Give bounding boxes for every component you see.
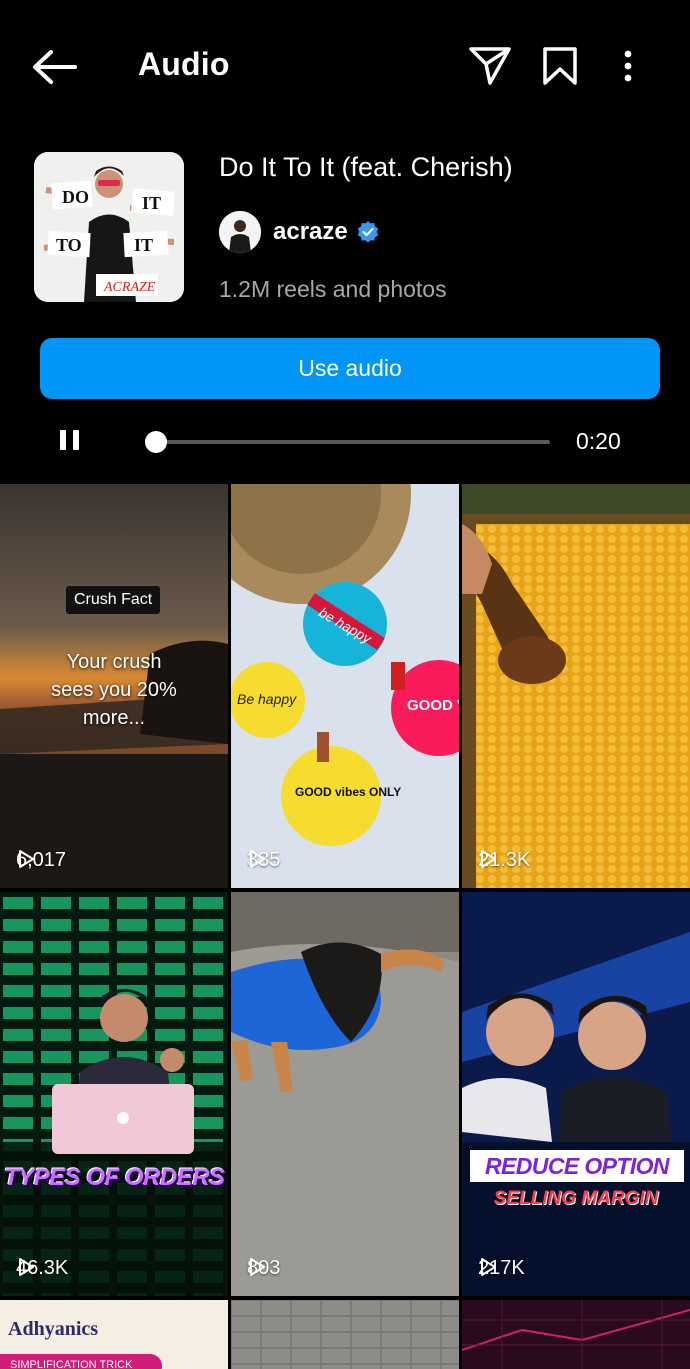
bookmark-icon: [543, 47, 577, 85]
song-title: Do It To It (feat. Cherish): [219, 152, 513, 182]
cover-logo: ACRAZE: [103, 280, 156, 295]
reel-tile[interactable]: [462, 1300, 690, 1369]
avatar-image: [219, 211, 261, 253]
page-title: Audio: [138, 46, 230, 82]
reel-tile[interactable]: [231, 1300, 459, 1369]
play-icon: [19, 1258, 34, 1276]
reel-tag: SIMPLIFICATION TRICK: [0, 1354, 162, 1369]
channel-logo: Adhyanics: [8, 1318, 99, 1340]
keychain-text: GOOD vibes ONLY: [295, 785, 401, 799]
send-icon: [469, 47, 511, 85]
reel-tile[interactable]: be happy Be happy GOOD vibes ONLY GOOD V…: [231, 484, 459, 888]
reel-thumbnail: [462, 892, 690, 1296]
top-bar: Audio: [0, 0, 690, 132]
reel-thumbnail: [0, 892, 228, 1296]
reel-overlay-subtitle: SELLING MARGIN: [493, 1188, 659, 1209]
reel-tile[interactable]: 21.3K: [462, 484, 690, 888]
reel-thumbnail: [462, 484, 690, 888]
crush-fact-badge: Crush Fact: [66, 586, 161, 614]
pause-icon-bar-left: [59, 430, 66, 450]
keychain-text: GOOD VIB: [407, 697, 459, 714]
view-count: 335: [247, 849, 280, 872]
cover-letter-it-2: IT: [134, 235, 153, 255]
more-options-button[interactable]: [604, 42, 652, 90]
album-cover[interactable]: DO IT TO IT ACRAZE: [34, 152, 184, 302]
caption-line: Your crush: [66, 651, 162, 673]
more-vertical-icon: [624, 50, 632, 82]
artist-name[interactable]: acraze: [273, 218, 348, 246]
audio-player: 0:20: [0, 412, 690, 472]
artist-avatar[interactable]: [219, 211, 261, 253]
reel-overlay-text: TYPES OF ORDERS: [4, 1164, 225, 1191]
save-button[interactable]: [536, 42, 584, 90]
caption-line: sees you 20%: [51, 679, 177, 701]
verified-badge-icon: [357, 221, 378, 243]
view-count: 46.3K: [16, 1257, 68, 1280]
play-icon: [19, 850, 34, 868]
pause-button[interactable]: [56, 430, 82, 456]
arrow-left-icon: [33, 50, 77, 84]
reel-caption: Your crush sees you 20% more...: [0, 648, 228, 732]
reel-tile[interactable]: Adhyanics SIMPLIFICATION TRICK: [0, 1300, 228, 1369]
keychain-text: Be happy: [237, 691, 297, 707]
cover-letter-to: TO: [56, 235, 82, 255]
playback-time: 0:20: [576, 428, 621, 454]
reel-tile[interactable]: 803: [231, 892, 459, 1296]
reel-title-box: REDUCE OPTION: [470, 1150, 684, 1182]
reel-tile[interactable]: REDUCE OPTION SELLING MARGIN 217K: [462, 892, 690, 1296]
play-icon: [481, 850, 496, 868]
cover-letter-it-1: IT: [142, 193, 161, 213]
reel-overlay-title: REDUCE OPTION: [485, 1152, 669, 1179]
caption-line: more...: [82, 707, 146, 729]
reel-thumbnail: [462, 1300, 690, 1369]
progress-knob[interactable]: [145, 431, 168, 453]
cover-letter-do: DO: [62, 187, 89, 207]
use-audio-button[interactable]: Use audio: [40, 338, 660, 399]
reel-count: 1.2M reels and photos: [219, 276, 447, 302]
reel-tile[interactable]: TYPES OF ORDERS 46.3K: [0, 892, 228, 1296]
view-count: 21.3K: [478, 849, 530, 872]
pause-icon-bar-right: [72, 430, 79, 450]
artist-link[interactable]: acraze: [219, 210, 380, 254]
progress-track[interactable]: [145, 431, 550, 453]
back-button[interactable]: [28, 44, 80, 90]
play-icon: [481, 1258, 496, 1276]
reel-thumbnail: [231, 892, 459, 1296]
view-count: 217K: [478, 1257, 525, 1280]
play-icon: [250, 1258, 265, 1276]
reel-tile[interactable]: Crush Fact Your crush sees you 20% more.…: [0, 484, 228, 888]
view-count: 6,017: [16, 849, 66, 872]
album-art-image: DO IT TO IT ACRAZE: [34, 152, 184, 302]
share-button[interactable]: [466, 42, 514, 90]
play-icon: [250, 850, 265, 868]
reel-thumbnail: be happy Be happy GOOD vibes ONLY GOOD V…: [231, 484, 459, 888]
reel-thumbnail: [231, 1300, 459, 1369]
view-count: 803: [247, 1257, 280, 1280]
